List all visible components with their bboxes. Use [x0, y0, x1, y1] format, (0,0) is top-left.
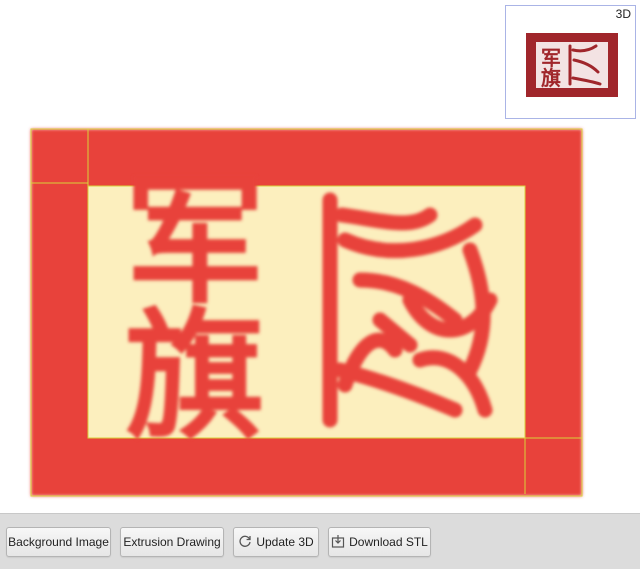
seal-char-qi: 旗 [125, 296, 265, 459]
update-3d-button-label: Update 3D [256, 535, 314, 549]
refresh-icon [238, 534, 252, 551]
download-stl-button-label: Download STL [349, 535, 428, 549]
background-image-button[interactable]: Background Image [6, 527, 111, 557]
3d-preview-panel[interactable]: 3D 军 旗 [505, 5, 636, 119]
3d-preview-render: 军 旗 [526, 33, 618, 97]
drawing-canvas[interactable]: 军 旗 3D 军 旗 [0, 0, 640, 512]
background-image-button-label: Background Image [8, 535, 109, 549]
download-stl-button[interactable]: Download STL [328, 527, 431, 557]
extrusion-drawing-button-label: Extrusion Drawing [123, 535, 221, 549]
seal-characters: 军 旗 [125, 161, 265, 459]
preview-char-qi: 旗 [541, 66, 561, 90]
download-icon [331, 534, 345, 551]
update-3d-button[interactable]: Update 3D [233, 527, 319, 557]
extrusion-drawing-button[interactable]: Extrusion Drawing [120, 527, 224, 557]
bottom-toolbar: Background Image Extrusion Drawing Updat… [0, 513, 640, 569]
